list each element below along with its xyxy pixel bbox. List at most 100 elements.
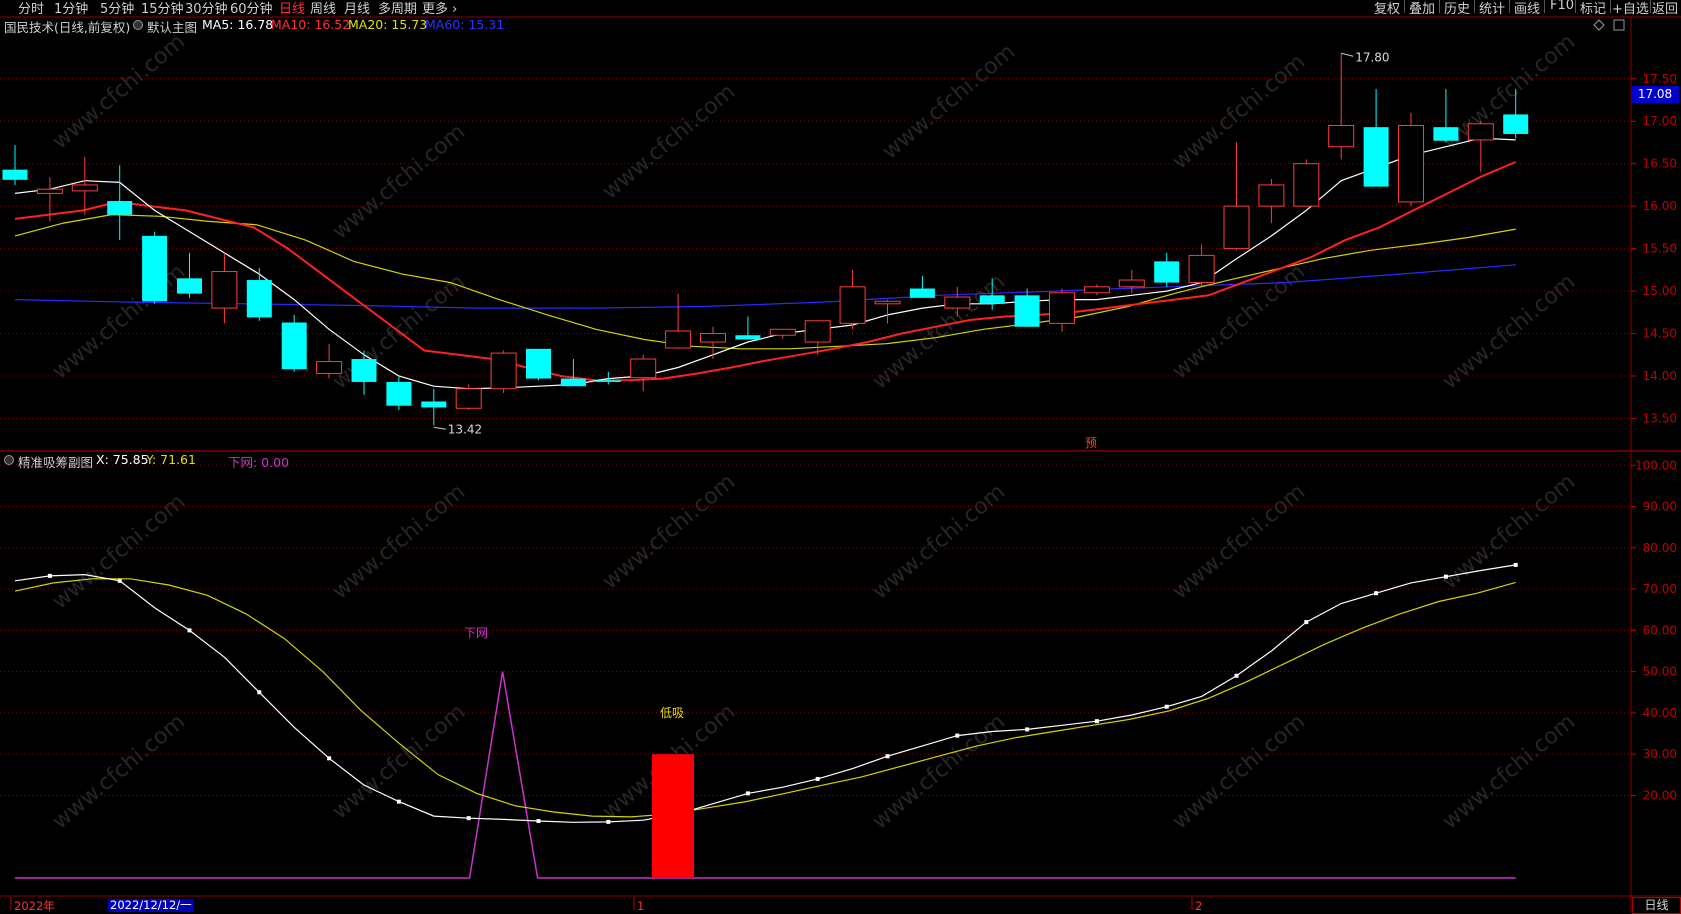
- sub-y-tick-label: 60.00: [1643, 623, 1677, 637]
- x-line-point: [745, 791, 750, 796]
- main-y-tick-label: 14.00: [1643, 369, 1677, 383]
- x-axis-label: 2: [1195, 899, 1202, 913]
- watermark: www.cfchi.com: [48, 259, 190, 384]
- main-y-tick-label: 16.00: [1643, 199, 1677, 213]
- watermark: www.cfchi.com: [48, 709, 190, 834]
- candle-body[interactable]: [1049, 292, 1075, 324]
- x-line-point: [606, 819, 611, 824]
- x-line-point: [327, 756, 332, 761]
- candle-body[interactable]: [71, 184, 98, 192]
- candle-body[interactable]: [630, 358, 657, 379]
- candle-body[interactable]: [281, 322, 307, 370]
- candle-body[interactable]: [1328, 124, 1355, 148]
- stock-chart[interactable]: 13.50 14.00 14.50 15.00 15.50 16.00 16.50 17.00…: [0, 0, 1681, 913]
- candle-body[interactable]: [107, 201, 133, 215]
- candle-body[interactable]: [804, 320, 831, 343]
- candle-body[interactable]: [1467, 123, 1494, 141]
- candle-body[interactable]: [1223, 205, 1250, 250]
- x-axis-label: 1: [637, 899, 644, 913]
- candle-body[interactable]: [490, 352, 517, 390]
- candle-body[interactable]: [1363, 127, 1389, 187]
- watermark: www.cfchi.com: [1438, 469, 1580, 594]
- sub-y-tick-label: 80.00: [1643, 541, 1677, 555]
- x-line-point: [1094, 719, 1099, 724]
- date-cursor-label: 2022/12/12/一: [108, 898, 194, 912]
- low-buy-bar[interactable]: [652, 754, 694, 878]
- candle-body[interactable]: [700, 333, 726, 343]
- candle-body[interactable]: [735, 335, 761, 340]
- watermark: www.cfchi.com: [328, 119, 470, 244]
- candle-body[interactable]: [36, 188, 63, 194]
- main-y-tick-label: 17.00: [1643, 114, 1677, 128]
- candle-body[interactable]: [665, 330, 692, 349]
- candle-body[interactable]: [1083, 286, 1110, 294]
- window-icon[interactable]: [1613, 19, 1625, 31]
- candle-body[interactable]: [1154, 261, 1180, 283]
- current-price-tag: 17.08: [1631, 86, 1679, 103]
- sub-y-tick-label: 90.00: [1643, 500, 1677, 514]
- period-daily-button[interactable]: 日线: [1632, 897, 1681, 914]
- x-line-point: [1234, 673, 1239, 678]
- candle-body[interactable]: [386, 381, 412, 406]
- candle-body[interactable]: [839, 286, 866, 324]
- candle-body[interactable]: [1014, 295, 1040, 327]
- watermark: www.cfchi.com: [328, 699, 470, 824]
- watermark: www.cfchi.com: [598, 469, 740, 594]
- candle-body[interactable]: [909, 288, 935, 298]
- pre-marker: 预: [1085, 436, 1097, 450]
- sub-y-tick-label: 50.00: [1643, 665, 1677, 679]
- candle-body[interactable]: [526, 348, 551, 379]
- x-line-point: [1513, 562, 1518, 567]
- candle-body[interactable]: [769, 328, 796, 336]
- candle-body[interactable]: [1503, 114, 1529, 134]
- candle-body[interactable]: [874, 300, 901, 305]
- sub-y-tick-label: 40.00: [1643, 706, 1677, 720]
- candle-body[interactable]: [316, 361, 343, 374]
- x-line-point: [396, 799, 401, 804]
- candle-body[interactable]: [1433, 127, 1459, 141]
- x-line-point: [1374, 591, 1379, 596]
- candle-body[interactable]: [595, 380, 621, 382]
- x-line-point: [536, 819, 541, 824]
- watermark: www.cfchi.com: [328, 479, 470, 604]
- x-line: [14, 564, 1516, 823]
- candle-body[interactable]: [142, 235, 168, 302]
- x-line-point: [1304, 620, 1309, 625]
- x-axis-label: 2022年: [14, 899, 55, 913]
- watermark: www.cfchi.com: [1438, 709, 1580, 834]
- candle-body[interactable]: [2, 169, 28, 180]
- candle-body[interactable]: [1258, 184, 1285, 207]
- main-y-tick-label: 17.50: [1643, 72, 1677, 86]
- candle-body[interactable]: [177, 278, 202, 294]
- candle-body[interactable]: [1188, 254, 1215, 284]
- x-line-point: [1164, 704, 1169, 709]
- candle-body[interactable]: [1398, 124, 1424, 203]
- watermark: www.cfchi.com: [1168, 709, 1310, 834]
- candle-body[interactable]: [944, 296, 971, 309]
- candle-body[interactable]: [421, 401, 447, 408]
- x-line-point: [1025, 727, 1030, 732]
- candle-body[interactable]: [1118, 279, 1145, 288]
- diamond-icon[interactable]: [1593, 19, 1605, 31]
- watermark: www.cfchi.com: [1168, 49, 1310, 174]
- x-line-point: [47, 573, 52, 578]
- candle-body[interactable]: [211, 271, 238, 309]
- watermark: www.cfchi.com: [868, 479, 1010, 604]
- candle-body[interactable]: [455, 388, 482, 409]
- candle-body[interactable]: [246, 280, 272, 318]
- candle-body[interactable]: [1293, 163, 1320, 207]
- sub-y-tick-label: 30.00: [1643, 747, 1677, 761]
- x-line-point: [257, 690, 262, 695]
- candle-body[interactable]: [979, 295, 1005, 304]
- watermark: www.cfchi.com: [48, 29, 190, 154]
- candle-body[interactable]: [560, 378, 586, 387]
- high-marker-label: 17.80: [1355, 50, 1389, 64]
- x-line-point: [466, 816, 471, 821]
- net-label: 下网: [464, 626, 488, 640]
- watermark: www.cfchi.com: [878, 39, 1020, 164]
- candle-body[interactable]: [351, 359, 377, 382]
- low-buy-label: 低吸: [660, 706, 684, 720]
- watermark: www.cfchi.com: [48, 489, 190, 614]
- x-line-point: [955, 733, 960, 738]
- main-y-tick-label: 14.50: [1643, 327, 1677, 341]
